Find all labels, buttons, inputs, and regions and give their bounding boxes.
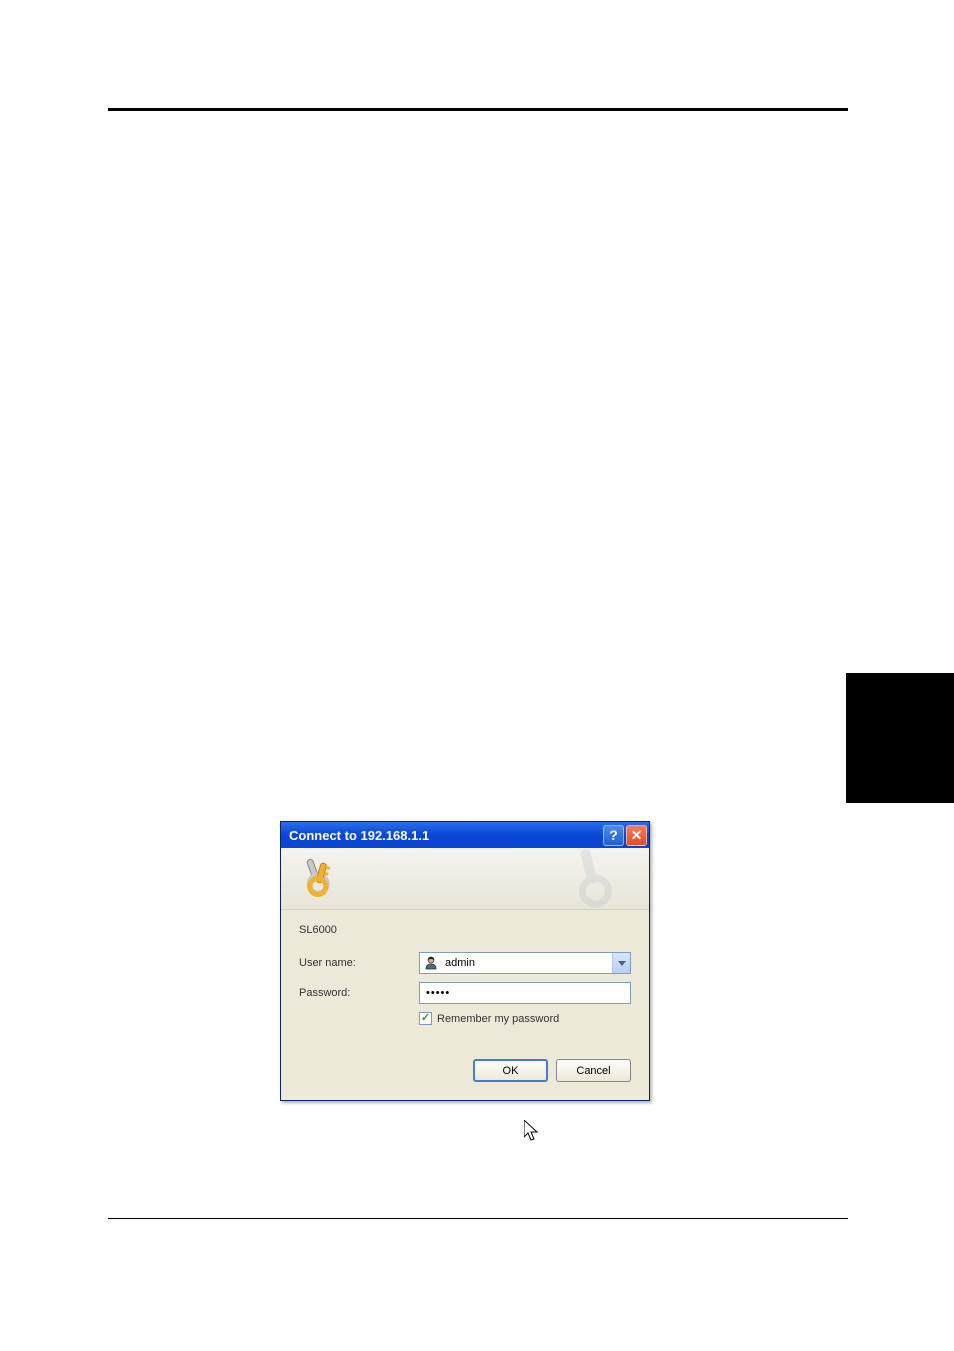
cancel-button-label: Cancel bbox=[576, 1065, 610, 1077]
cursor-icon bbox=[524, 1120, 542, 1149]
username-combo[interactable]: admin bbox=[419, 952, 631, 974]
remember-label: Remember my password bbox=[437, 1013, 559, 1025]
page-divider-bottom bbox=[108, 1218, 848, 1219]
titlebar[interactable]: Connect to 192.168.1.1 ? ✕ bbox=[281, 822, 649, 848]
combo-dropdown-button[interactable] bbox=[612, 953, 630, 973]
cancel-button[interactable]: Cancel bbox=[556, 1059, 631, 1082]
username-row: User name: admin bbox=[299, 952, 631, 974]
help-button[interactable]: ? bbox=[603, 825, 624, 846]
ok-button[interactable]: OK bbox=[473, 1059, 548, 1082]
password-label: Password: bbox=[299, 987, 419, 999]
auth-dialog: Connect to 192.168.1.1 ? ✕ bbox=[280, 821, 650, 1101]
side-tab-black bbox=[846, 673, 954, 803]
ok-button-label: OK bbox=[503, 1065, 519, 1077]
titlebar-buttons: ? ✕ bbox=[603, 825, 647, 846]
remember-row: ✓ Remember my password bbox=[419, 1012, 631, 1025]
close-icon: ✕ bbox=[631, 827, 643, 844]
keys-bg-icon bbox=[549, 848, 639, 910]
button-row: OK Cancel bbox=[299, 1059, 631, 1082]
help-icon: ? bbox=[609, 827, 618, 843]
dialog-banner bbox=[281, 848, 649, 910]
close-button[interactable]: ✕ bbox=[626, 825, 647, 846]
checkmark-icon: ✓ bbox=[421, 1013, 430, 1024]
page-divider-top bbox=[108, 108, 848, 111]
password-row: Password: bbox=[299, 982, 631, 1004]
chevron-down-icon bbox=[618, 961, 626, 966]
keys-icon bbox=[293, 854, 341, 907]
titlebar-text: Connect to 192.168.1.1 bbox=[289, 828, 603, 843]
user-icon bbox=[421, 953, 441, 973]
remember-checkbox[interactable]: ✓ bbox=[419, 1012, 432, 1025]
password-input[interactable] bbox=[419, 982, 631, 1004]
username-label: User name: bbox=[299, 957, 419, 969]
username-value: admin bbox=[441, 957, 612, 969]
form-area: SL6000 User name: admin bbox=[281, 910, 649, 1100]
realm-label: SL6000 bbox=[299, 924, 631, 936]
